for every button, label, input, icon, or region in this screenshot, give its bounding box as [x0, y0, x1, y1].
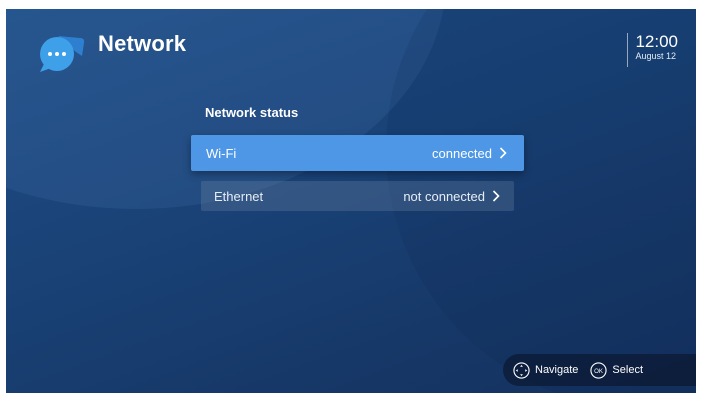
ethernet-option[interactable]: Ethernet not connected: [201, 181, 514, 211]
clock-time: 12:00: [635, 32, 678, 51]
chevron-right-icon: [492, 190, 500, 202]
section-title: Network status: [205, 105, 299, 120]
wifi-label: Wi-Fi: [206, 145, 237, 161]
page-title: Network: [98, 31, 187, 56]
clock: 12:00 August 12: [627, 33, 678, 67]
ethernet-status-group: not connected: [403, 189, 500, 204]
chat-bubble-icon: [36, 32, 88, 74]
ethernet-label: Ethernet: [214, 188, 264, 204]
remote-hint-bar: Navigate OK Select: [503, 354, 696, 386]
wifi-status-group: connected: [432, 146, 507, 161]
chevron-right-icon: [499, 147, 507, 159]
select-hint-label: Select: [612, 364, 643, 376]
clock-date: August 12: [635, 51, 676, 61]
dpad-icon: [513, 361, 530, 379]
tv-screen: Network 12:00 August 12 Network status W…: [6, 9, 696, 393]
navigate-hint-label: Navigate: [535, 364, 579, 376]
wifi-status: connected: [432, 145, 492, 161]
wifi-option[interactable]: Wi-Fi connected: [191, 135, 524, 171]
ethernet-status: not connected: [403, 188, 485, 204]
ok-button-icon: OK: [590, 361, 608, 379]
svg-text:OK: OK: [594, 367, 604, 374]
